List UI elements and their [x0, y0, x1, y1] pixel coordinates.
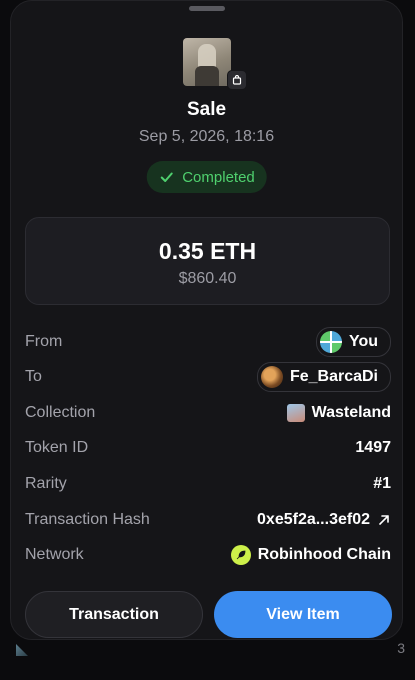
detail-row-collection: Collection Wasteland [25, 398, 391, 428]
detail-row-from: From You [25, 327, 391, 357]
tx-hash-label: Transaction Hash [25, 511, 150, 528]
status-label: Completed [182, 168, 255, 186]
feather-icon [230, 545, 251, 565]
from-value: You [348, 333, 378, 350]
view-item-button[interactable]: View Item [214, 591, 392, 638]
sheet-grabber[interactable] [188, 6, 225, 11]
collection-value: Wasteland [311, 404, 391, 421]
from-user-chip[interactable]: You [315, 327, 391, 357]
check-icon [160, 172, 173, 182]
tx-hash-link[interactable]: 0xe5f2a...3ef02 [257, 511, 391, 529]
bag-icon [227, 70, 247, 90]
collection-icon [286, 404, 305, 422]
page-title: Sale [186, 99, 227, 120]
to-user-chip[interactable]: Fe_BarcaDi [256, 362, 391, 392]
background-thumbnail [16, 644, 28, 656]
price-card: 0.35 ETH $860.40 [25, 217, 390, 305]
detail-row-token-id: Token ID 1497 [25, 433, 391, 463]
arrow-up-right-icon [379, 515, 389, 525]
tx-hash-value: 0xe5f2a...3ef02 [257, 511, 370, 528]
detail-row-to: To Fe_BarcaDi [25, 362, 391, 392]
from-label: From [25, 333, 63, 350]
nft-thumbnail [182, 38, 231, 86]
sale-detail-sheet: Sale Sep 5, 2026, 18:16 Completed 0.35 E… [10, 0, 403, 640]
price-amount: 0.35 ETH [158, 238, 257, 264]
transaction-button[interactable]: Transaction [25, 591, 203, 638]
detail-row-network: Network Robinhood Chain [25, 540, 391, 570]
network-value-wrap: Robinhood Chain [230, 545, 391, 565]
to-label: To [25, 368, 42, 385]
token-id-label: Token ID [25, 439, 89, 456]
detail-row-rarity: Rarity #1 [25, 469, 391, 499]
sale-datetime: Sep 5, 2026, 18:16 [138, 128, 275, 145]
avatar [319, 331, 342, 353]
background-count: 3 [397, 640, 405, 656]
rarity-value: #1 [373, 475, 391, 492]
status-badge: Completed [146, 161, 267, 193]
network-value: Robinhood Chain [257, 546, 391, 563]
collection-label: Collection [25, 404, 96, 421]
collection-link[interactable]: Wasteland [286, 404, 391, 422]
token-id-value: 1497 [355, 439, 391, 456]
network-label: Network [25, 546, 84, 563]
rarity-label: Rarity [25, 475, 67, 492]
to-value: Fe_BarcaDi [289, 368, 378, 385]
detail-row-tx-hash: Transaction Hash 0xe5f2a...3ef02 [25, 505, 391, 535]
avatar [260, 366, 283, 388]
price-usd: $860.40 [178, 270, 237, 287]
